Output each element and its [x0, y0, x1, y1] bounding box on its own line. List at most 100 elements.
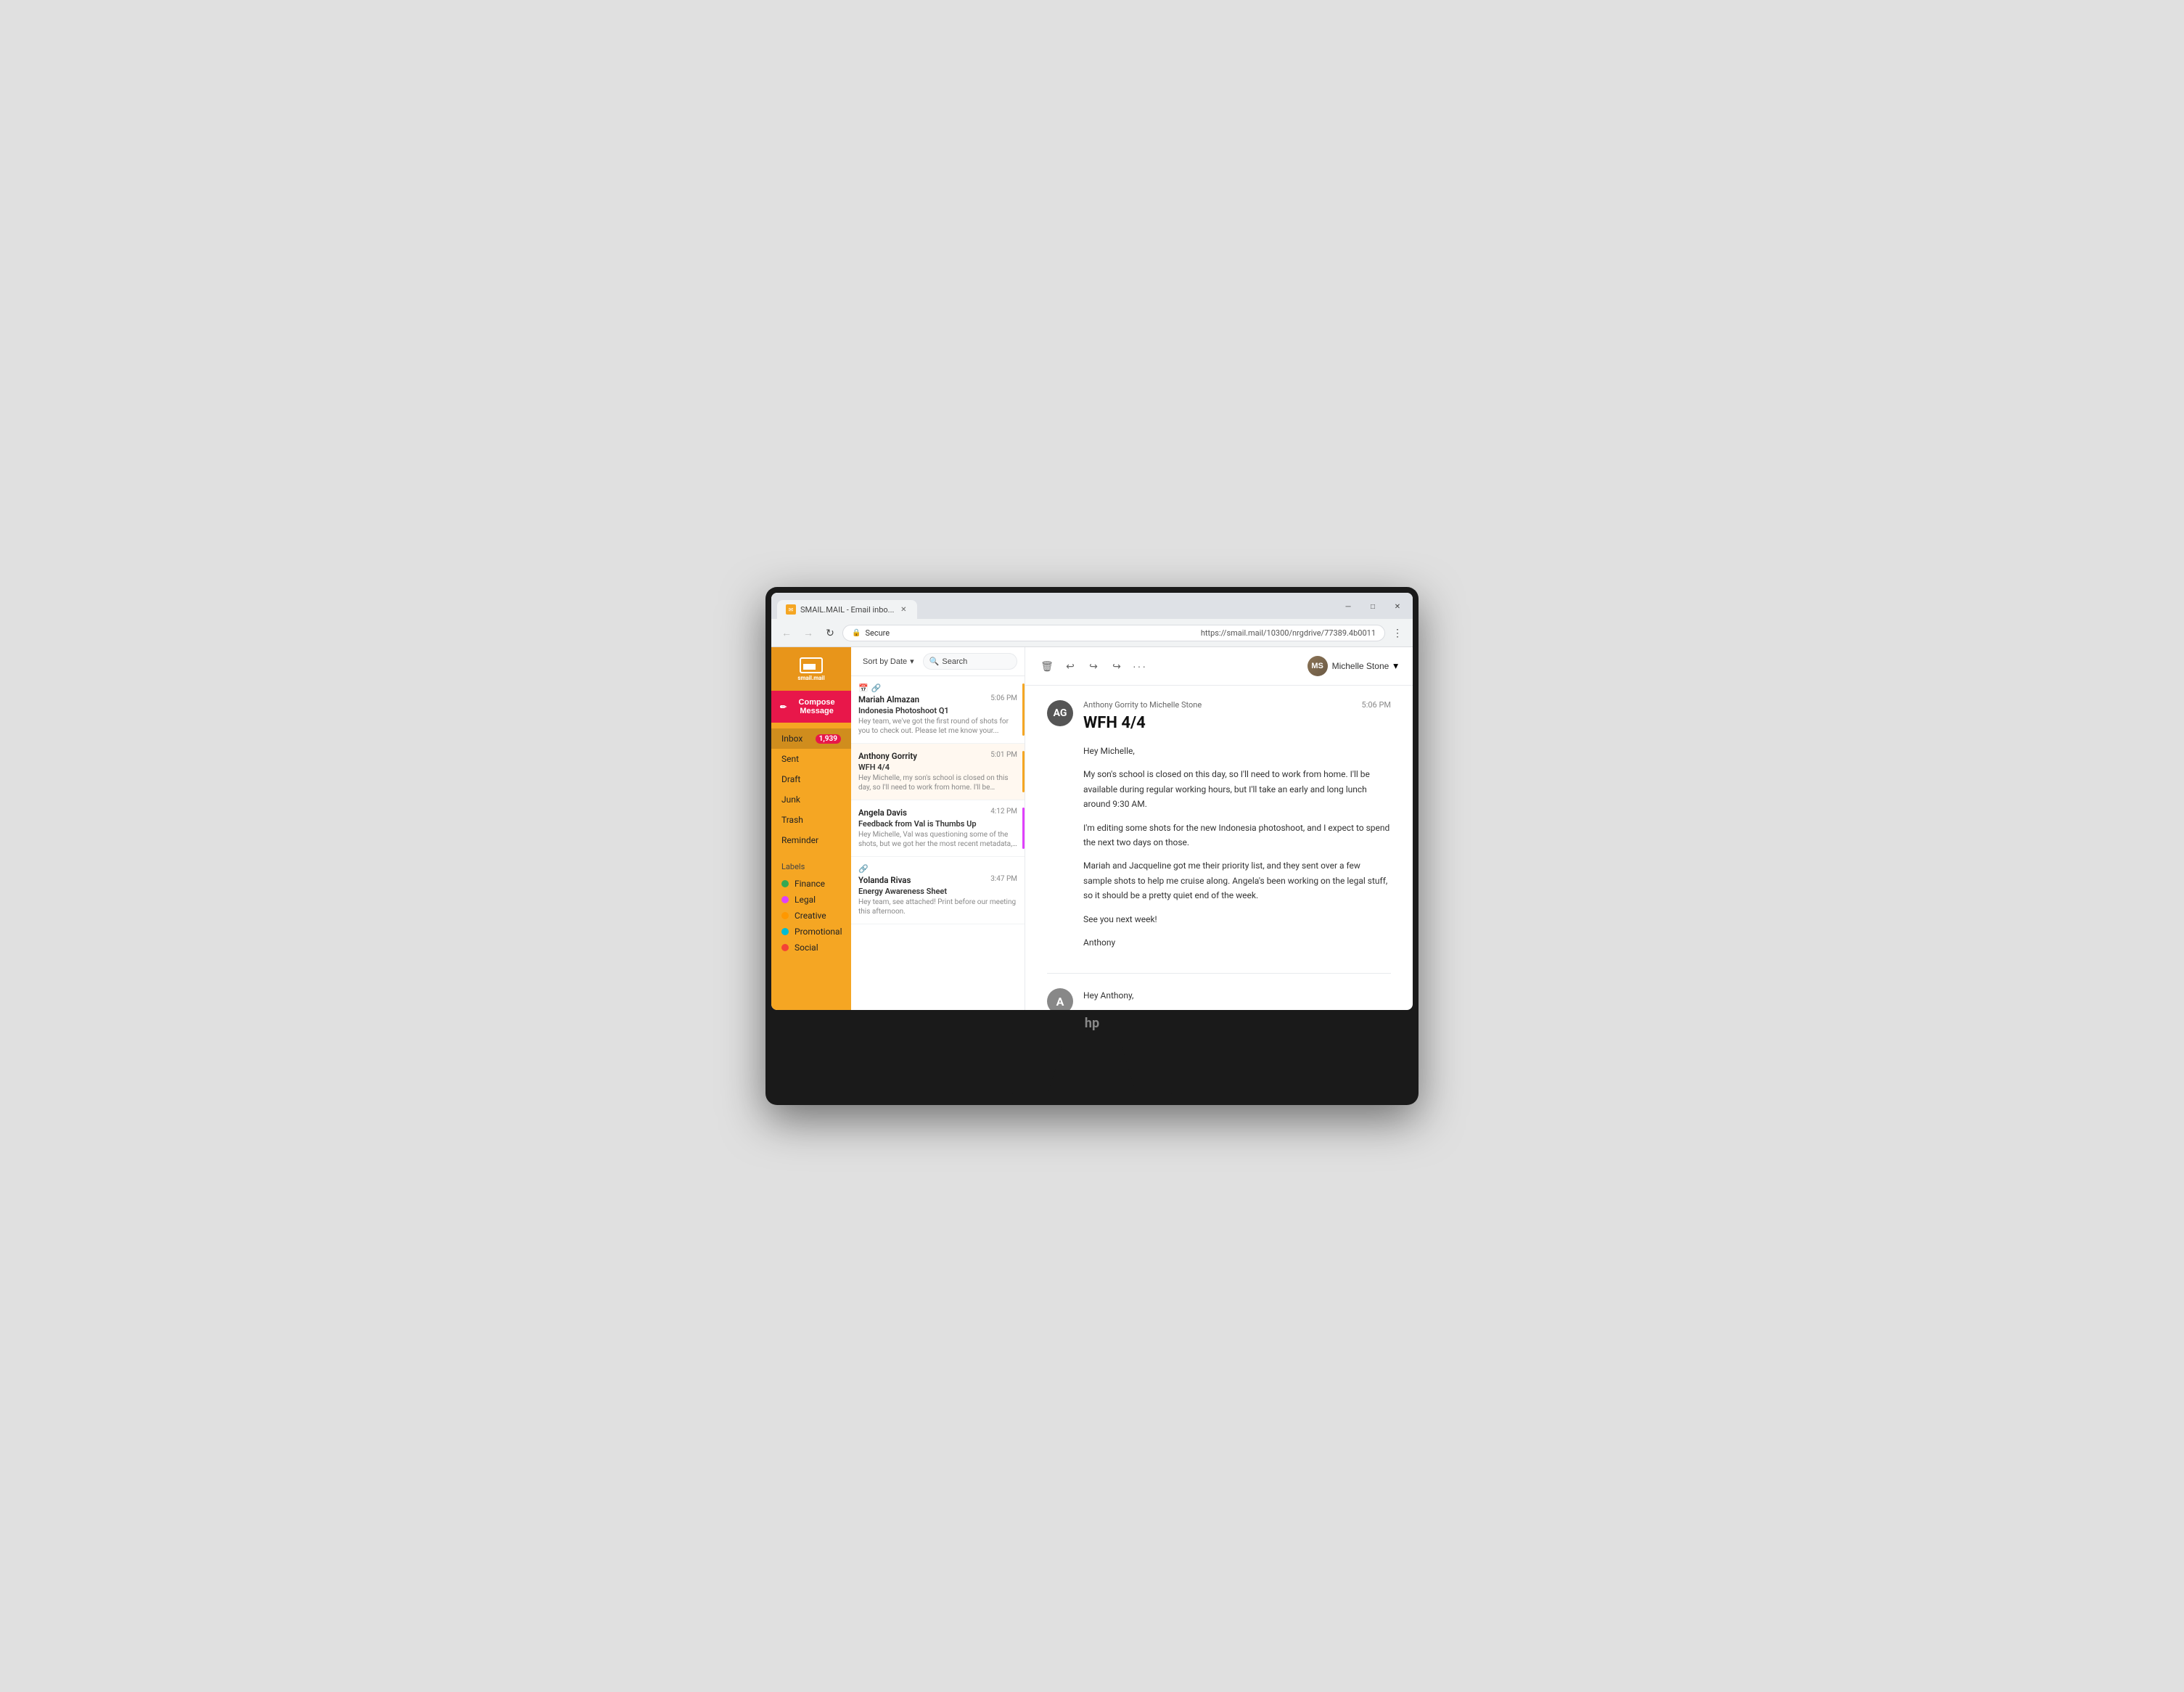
inbox-badge: 1,939: [816, 734, 841, 744]
email-1-header: Mariah Almazan 5:06 PM: [858, 694, 1017, 705]
sidebar-item-label: Inbox: [781, 734, 802, 744]
body-p3: I'm editing some shots for the new Indon…: [1083, 821, 1391, 850]
email-detail-body: Hey Michelle, My son's school is closed …: [1083, 744, 1391, 950]
user-menu-button[interactable]: MS Michelle Stone ▾: [1305, 653, 1401, 679]
reply-body: Hey Anthony, Family first! Make sure you…: [1083, 988, 1391, 1010]
labels-title: Labels: [781, 862, 841, 871]
sidebar-item-label: Reminder: [781, 835, 818, 845]
email-3-sender: Angela Davis: [858, 808, 907, 818]
sidebar-item-label: Draft: [781, 774, 800, 784]
email-2-sender: Anthony Gorrity: [858, 751, 917, 761]
email-3-subject: Feedback from Val is Thumbs Up: [858, 819, 1017, 829]
search-button[interactable]: 🔍 Search: [923, 653, 1017, 670]
email-detail-time: 5:06 PM: [1362, 700, 1391, 710]
body-p4: Mariah and Jacqueline got me their prior…: [1083, 858, 1391, 903]
compose-icon: ✏: [780, 702, 787, 712]
email-item-1[interactable]: 📅 🔗 Mariah Almazan 5:06 PM Indonesia Pho…: [851, 676, 1025, 744]
email-2-header: Anthony Gorrity 5:01 PM: [858, 751, 1017, 761]
email-4-sender: Yolanda Rivas: [858, 875, 911, 885]
sidebar-item-reminder[interactable]: Reminder: [771, 830, 851, 850]
label-finance[interactable]: Finance: [781, 876, 841, 892]
maximize-button[interactable]: □: [1363, 597, 1382, 616]
close-window-button[interactable]: ✕: [1388, 597, 1407, 616]
email-item-3[interactable]: Angela Davis 4:12 PM Feedback from Val i…: [851, 800, 1025, 857]
label-creative[interactable]: Creative: [781, 908, 841, 924]
search-label: Search: [942, 657, 967, 666]
reply-all-button[interactable]: ↩: [1083, 656, 1104, 676]
logo-text: smail.mail: [797, 675, 824, 681]
compose-label: Compose Message: [791, 698, 842, 715]
label-social[interactable]: Social: [781, 940, 841, 956]
sidebar-item-draft[interactable]: Draft: [771, 769, 851, 789]
app-sidebar: smail.mail ✏ Compose Message Inbox 1,939…: [771, 647, 851, 1010]
app-container: smail.mail ✏ Compose Message Inbox 1,939…: [771, 647, 1413, 1010]
minimize-button[interactable]: ─: [1339, 597, 1358, 616]
reload-button[interactable]: ↻: [821, 623, 839, 642]
email-detail-from: Anthony Gorrity to Michelle Stone: [1083, 700, 1202, 710]
body-p5: See you next week!: [1083, 912, 1391, 927]
tab-close-button[interactable]: ✕: [898, 604, 908, 615]
back-button[interactable]: ←: [777, 623, 796, 642]
email-item-2[interactable]: Anthony Gorrity 5:01 PM WFH 4/4 Hey Mich…: [851, 744, 1025, 800]
email-4-header: Yolanda Rivas 3:47 PM: [858, 875, 1017, 885]
attachment-icon-2: 🔗: [858, 864, 869, 874]
email-detail-meta: Anthony Gorrity to Michelle Stone 5:06 P…: [1083, 700, 1391, 710]
email-1-time: 5:06 PM: [990, 694, 1017, 702]
sidebar-item-label: Sent: [781, 754, 799, 764]
sidebar-item-junk[interactable]: Junk: [771, 789, 851, 810]
sidebar-item-trash[interactable]: Trash: [771, 810, 851, 830]
sidebar-item-inbox[interactable]: Inbox 1,939: [771, 728, 851, 749]
forward-button[interactable]: →: [799, 623, 818, 642]
url-text: https://smail.mail/10300/nrgdrive/77389.…: [1201, 628, 1376, 638]
reply-button[interactable]: ↩: [1060, 656, 1080, 676]
sort-chevron-icon: ▾: [910, 657, 914, 666]
compose-button[interactable]: ✏ Compose Message: [771, 691, 851, 723]
calendar-icon: 📅: [858, 683, 869, 693]
forward-button[interactable]: ↪: [1107, 656, 1127, 676]
label-promotional[interactable]: Promotional: [781, 924, 841, 940]
sort-button[interactable]: Sort by Date ▾: [858, 654, 919, 669]
email-4-icons: 🔗: [858, 864, 1017, 874]
body-p6: Anthony: [1083, 935, 1391, 950]
monitor-shell: ✉ SMAIL.MAIL - Email inbo... ✕ ─ □ ✕ ← →…: [765, 587, 1419, 1105]
divider: [1047, 973, 1391, 974]
secure-label: Secure: [865, 628, 1196, 638]
user-chevron-icon: ▾: [1393, 660, 1398, 672]
address-bar[interactable]: 🔒 Secure https://smail.mail/10300/nrgdri…: [842, 625, 1385, 641]
browser-tab[interactable]: ✉ SMAIL.MAIL - Email inbo... ✕: [777, 600, 917, 619]
email-3-accent: [1022, 808, 1025, 849]
email-list-toolbar: Sort by Date ▾ 🔍 Search: [851, 647, 1025, 676]
logo-icon: [800, 657, 823, 673]
email-2-accent: [1022, 751, 1025, 792]
email-1-preview: Hey team, we've got the first round of s…: [858, 717, 1017, 736]
secure-icon: 🔒: [852, 629, 861, 637]
delete-button[interactable]: 🗑: [1037, 656, 1057, 676]
label-legal[interactable]: Legal: [781, 892, 841, 908]
browser-menu-button[interactable]: ⋮: [1388, 623, 1407, 642]
monitor-base: [1012, 1092, 1172, 1105]
sidebar-item-sent[interactable]: Sent: [771, 749, 851, 769]
label-legal-text: Legal: [795, 895, 816, 905]
reply-p1: Hey Anthony,: [1083, 988, 1391, 1003]
email-2-preview: Hey Michelle, my son's school is closed …: [858, 773, 1017, 792]
email-4-subject: Energy Awareness Sheet: [858, 887, 1017, 896]
screen-bezel: ✉ SMAIL.MAIL - Email inbo... ✕ ─ □ ✕ ← →…: [771, 593, 1413, 1010]
email-1-subject: Indonesia Photoshoot Q1: [858, 706, 1017, 715]
legal-dot: [781, 896, 789, 903]
hp-logo: hp: [771, 1010, 1413, 1034]
more-button[interactable]: ···: [1130, 656, 1150, 676]
nav-bar: ← → ↻ 🔒 Secure https://smail.mail/10300/…: [771, 619, 1413, 646]
detail-toolbar: 🗑 ↩ ↩ ↪ ··· MS Michelle Stone ▾: [1025, 647, 1413, 686]
sidebar-item-label: Trash: [781, 815, 803, 825]
tab-title: SMAIL.MAIL - Email inbo...: [800, 605, 894, 615]
email-detail-panel: 🗑 ↩ ↩ ↪ ··· MS Michelle Stone ▾: [1025, 647, 1413, 1010]
email-3-header: Angela Davis 4:12 PM: [858, 808, 1017, 818]
labels-section: Labels Finance Legal Creative: [771, 856, 851, 961]
attachment-icon: 🔗: [871, 683, 882, 693]
label-creative-text: Creative: [795, 911, 826, 921]
tab-bar: ✉ SMAIL.MAIL - Email inbo... ✕ ─ □ ✕: [771, 593, 1413, 619]
email-item-4[interactable]: 🔗 Yolanda Rivas 3:47 PM Energy Awareness…: [851, 857, 1025, 924]
email-list-panel: Sort by Date ▾ 🔍 Search 📅 🔗: [851, 647, 1025, 1010]
tab-favicon: ✉: [786, 604, 796, 615]
email-detail-content: AG Anthony Gorrity to Michelle Stone 5:0…: [1025, 686, 1413, 1010]
